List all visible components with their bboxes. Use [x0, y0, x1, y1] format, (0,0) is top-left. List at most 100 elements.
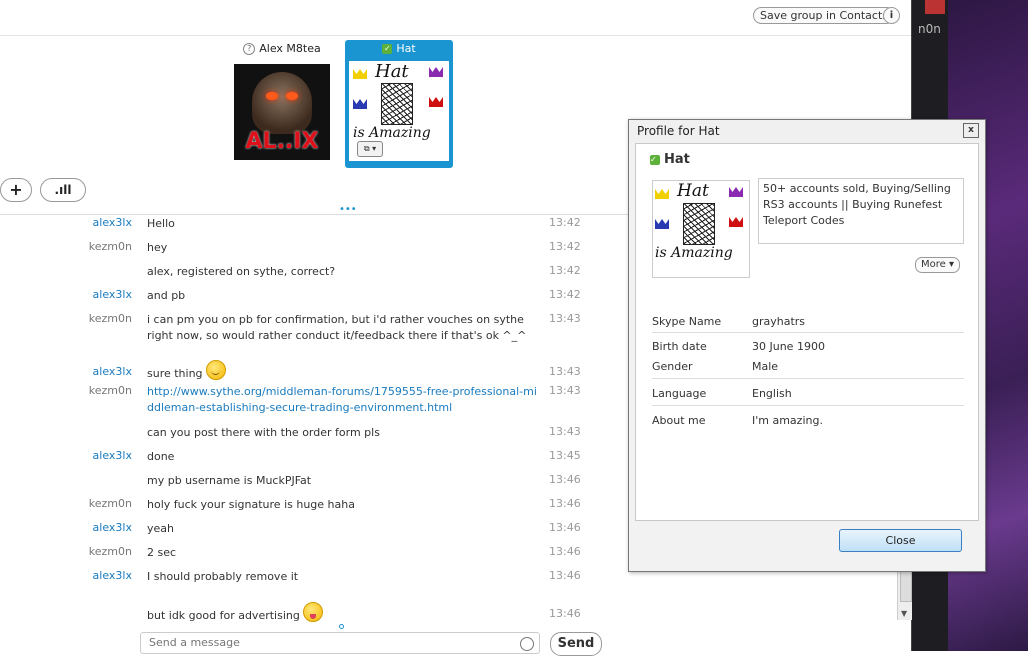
message-body: 2 sec — [147, 546, 177, 559]
message-sender[interactable]: kezm0n — [42, 384, 132, 397]
call-quality-icon[interactable]: .ıll — [40, 178, 86, 202]
save-group-button[interactable]: Save group in Contacts — [753, 7, 895, 24]
participant-name: ✓ Hat — [382, 42, 416, 55]
field-divider — [652, 378, 964, 379]
emoticon-icon[interactable] — [520, 637, 534, 651]
send-button[interactable]: Send — [550, 632, 602, 656]
info-icon[interactable]: i — [883, 7, 900, 24]
message-row: kezm0n holy fuck your signature is huge h… — [0, 497, 600, 513]
message-text: alex, registered on sythe, correct? — [147, 264, 537, 280]
profile-panel: ✓ Hat Hat is Amazing 50+ accounts sold, B… — [635, 143, 979, 521]
message-body: done — [147, 450, 175, 463]
message-row: kezm0n hey 13:42 — [0, 240, 600, 256]
avatar: Hat is Amazing ⧉ ▾ — [349, 61, 449, 161]
profile-avatar: Hat is Amazing — [652, 180, 750, 278]
message-timestamp: 13:46 — [549, 607, 581, 620]
participant-alex[interactable]: ? Alex M8tea AL..IX — [232, 40, 332, 160]
message-row: kezm0n i can pm you on pb for confirmatio… — [0, 312, 600, 344]
message-body: alex, registered on sythe, correct? — [147, 265, 336, 278]
message-row: can you post there with the order form p… — [0, 425, 600, 441]
message-text: I should probably remove it — [147, 569, 537, 585]
message-row: my pb username is MuckPJFat 13:46 — [0, 473, 600, 489]
message-body: hey — [147, 241, 168, 254]
message-timestamp: 13:46 — [549, 497, 581, 510]
message-timestamp: 13:42 — [549, 216, 581, 229]
header-divider — [0, 35, 911, 36]
close-window-corner[interactable] — [925, 0, 945, 14]
message-body: can you post there with the order form p… — [147, 426, 380, 439]
message-row: but idk good for advertising 13:46 — [0, 602, 600, 622]
mood-message: 50+ accounts sold, Buying/Selling RS3 ac… — [758, 178, 964, 244]
eye-glow — [286, 92, 298, 100]
message-body: I should probably remove it — [147, 570, 299, 583]
message-timestamp: 13:46 — [549, 473, 581, 486]
message-row: kezm0n 2 sec 13:46 — [0, 545, 600, 561]
online-check-icon: ✓ — [650, 154, 660, 165]
message-sender[interactable]: kezm0n — [42, 312, 132, 325]
field-divider — [652, 405, 964, 406]
avatar-logo-text: AL..IX — [245, 129, 319, 154]
message-text: yeah — [147, 521, 537, 537]
message-row: alex3lx I should probably remove it 13:46 — [0, 569, 600, 585]
message-timestamp: 13:42 — [549, 240, 581, 253]
message-timestamp: 13:46 — [549, 569, 581, 582]
message-sender[interactable]: kezm0n — [42, 240, 132, 253]
message-sender[interactable]: alex3lx — [42, 521, 132, 534]
message-sender[interactable]: alex3lx — [42, 569, 132, 582]
message-row: alex3lx and pb 13:42 — [0, 288, 600, 304]
message-sender[interactable]: alex3lx — [42, 288, 132, 301]
chevron-down-icon[interactable]: ⧉ ▾ — [357, 141, 383, 157]
message-body[interactable]: http://www.sythe.org/middleman-forums/17… — [147, 385, 537, 414]
message-row: alex, registered on sythe, correct? 13:42 — [0, 264, 600, 280]
tongue-emoji-icon — [302, 602, 323, 622]
message-text: i can pm you on pb for confirmation, but… — [147, 312, 537, 344]
message-timestamp: 13:46 — [549, 545, 581, 558]
message-sender[interactable]: kezm0n — [42, 545, 132, 558]
scroll-down-arrow-icon[interactable]: ▼ — [901, 609, 907, 618]
message-text: can you post there with the order form p… — [147, 425, 537, 441]
message-text: Hello — [147, 216, 537, 232]
message-body: but idk good for advertising — [147, 609, 300, 622]
resize-handle[interactable] — [339, 624, 344, 629]
message-sender[interactable]: kezm0n — [42, 497, 132, 510]
message-body: yeah — [147, 522, 174, 535]
close-button[interactable]: Close — [839, 529, 962, 552]
message-timestamp: 13:43 — [549, 365, 581, 378]
message-row: kezm0n http://www.sythe.org/middleman-for… — [0, 384, 600, 416]
message-text: but idk good for advertising — [147, 602, 537, 624]
message-sender[interactable]: alex3lx — [42, 365, 132, 378]
message-text: hey — [147, 240, 537, 256]
message-row: alex3lx sure thing 13:43 — [0, 360, 600, 380]
message-text: holy fuck your signature is huge haha — [147, 497, 537, 513]
message-sender[interactable]: alex3lx — [42, 449, 132, 462]
message-timestamp: 13:42 — [549, 288, 581, 301]
message-timestamp: 13:43 — [549, 312, 581, 325]
message-timestamp: 13:43 — [549, 425, 581, 438]
message-link[interactable]: http://www.sythe.org/middleman-forums/17… — [147, 384, 537, 416]
avatar: AL..IX — [234, 64, 330, 160]
eye-glow — [266, 92, 278, 100]
participant-name: ? Alex M8tea — [232, 40, 332, 58]
close-icon[interactable]: x — [963, 123, 979, 138]
message-body: i can pm you on pb for confirmation, but… — [147, 313, 527, 342]
add-participant-button[interactable]: + — [0, 178, 32, 202]
profile-dialog: Profile for Hat x ✓ Hat Hat is Amazing 50… — [628, 119, 986, 572]
message-timestamp: 13:43 — [549, 384, 581, 397]
message-text: my pb username is MuckPJFat — [147, 473, 537, 489]
message-row: alex3lx done 13:45 — [0, 449, 600, 465]
dialog-title: Profile for Hat — [629, 120, 985, 142]
participant-hat[interactable]: ✓ Hat Hat is Amazing ⧉ ▾ — [345, 40, 453, 168]
message-body: my pb username is MuckPJFat — [147, 474, 312, 487]
online-check-icon: ✓ — [382, 44, 393, 54]
message-text: sure thing — [147, 360, 537, 382]
message-sender[interactable]: alex3lx — [42, 216, 132, 229]
message-text: done — [147, 449, 537, 465]
message-text: and pb — [147, 288, 537, 304]
message-body: holy fuck your signature is huge haha — [147, 498, 355, 511]
profile-name: ✓ Hat — [650, 152, 690, 167]
message-timestamp: 13:46 — [549, 521, 581, 534]
more-button[interactable]: More ▾ — [915, 257, 960, 273]
message-timestamp: 13:45 — [549, 449, 581, 462]
field-divider — [652, 332, 964, 333]
background-window-label: n0n — [918, 22, 941, 36]
